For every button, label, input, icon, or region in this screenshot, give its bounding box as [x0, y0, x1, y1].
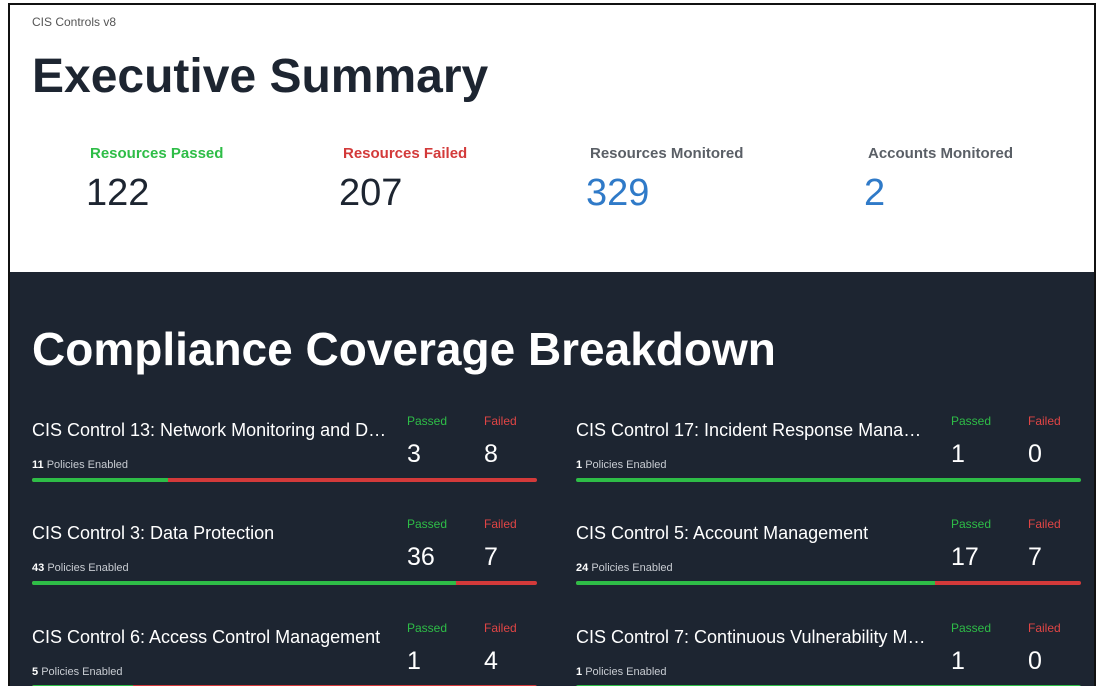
- policies-enabled: 43 Policies Enabled: [32, 562, 129, 574]
- control-name: CIS Control 3: Data Protection: [32, 523, 275, 543]
- passed-count: 17: [951, 543, 979, 571]
- control-name: CIS Control 7: Continuous Vulnerability …: [576, 627, 931, 647]
- page-title: Executive Summary: [32, 50, 489, 103]
- failed-count: 4: [484, 647, 498, 675]
- control-card[interactable]: CIS Control 3: Data Protection 43 Polici…: [32, 513, 537, 588]
- compliance-progress-fill: [576, 685, 1081, 686]
- policies-count: 1: [576, 666, 583, 678]
- control-card[interactable]: CIS Control 17: Incident Response Manage…: [576, 410, 1081, 485]
- compliance-progress-bar: [32, 685, 537, 686]
- executive-summary-section: CIS Controls v8 Executive Summary Resour…: [10, 5, 1094, 272]
- failed-count: 0: [1028, 647, 1042, 675]
- failed-label: Failed: [1028, 517, 1061, 531]
- control-card[interactable]: CIS Control 13: Network Monitoring and D…: [32, 410, 537, 485]
- policies-enabled: 1 Policies Enabled: [576, 666, 667, 678]
- metric-label: Accounts Monitored: [868, 145, 1013, 162]
- policies-suffix: Policies Enabled: [585, 666, 667, 678]
- failed-label: Failed: [484, 621, 517, 635]
- policies-suffix: Policies Enabled: [41, 666, 123, 678]
- metric-value[interactable]: 329: [586, 172, 743, 215]
- control-name: CIS Control 5: Account Management: [576, 523, 869, 543]
- control-card[interactable]: CIS Control 7: Continuous Vulnerability …: [576, 617, 1081, 686]
- policies-suffix: Policies Enabled: [46, 459, 129, 471]
- compliance-progress-fill: [32, 581, 457, 585]
- policies-enabled: 1 Policies Enabled: [576, 459, 667, 471]
- failed-count: 7: [484, 543, 498, 571]
- passed-label: Passed: [951, 621, 992, 635]
- metric-label: Resources Passed: [90, 145, 224, 162]
- compliance-progress-fill: [32, 685, 133, 686]
- failed-count: 0: [1028, 440, 1042, 468]
- metric-resources-failed: Resources Failed 207: [339, 145, 468, 215]
- policies-suffix: Policies Enabled: [585, 459, 667, 471]
- metric-label: Resources Failed: [343, 145, 468, 162]
- report-frame: CIS Controls v8 Executive Summary Resour…: [8, 3, 1096, 686]
- policies-enabled: 5 Policies Enabled: [32, 666, 123, 678]
- control-card[interactable]: CIS Control 6: Access Control Management…: [32, 617, 537, 686]
- metric-value: 207: [339, 172, 403, 214]
- failed-count: 8: [484, 440, 498, 468]
- metric-resources-monitored: Resources Monitored 329: [586, 145, 744, 215]
- compliance-breakdown-section: Compliance Coverage Breakdown CIS Contro…: [10, 272, 1094, 686]
- passed-count: 3: [407, 440, 421, 468]
- passed-label: Passed: [951, 517, 992, 531]
- metric-value[interactable]: 2: [864, 172, 1013, 215]
- compliance-progress-bar: [32, 581, 537, 585]
- passed-label: Passed: [407, 621, 448, 635]
- policies-count: 24: [576, 562, 589, 574]
- section-title: Compliance Coverage Breakdown: [32, 323, 776, 375]
- framework-name: CIS Controls v8: [32, 15, 117, 29]
- compliance-progress-bar: [576, 478, 1081, 482]
- compliance-progress-fill: [576, 478, 1081, 482]
- failed-label: Failed: [484, 414, 517, 428]
- policies-count: 43: [32, 562, 45, 574]
- compliance-progress-bar: [576, 581, 1081, 585]
- passed-count: 1: [407, 647, 421, 675]
- passed-label: Passed: [951, 414, 992, 428]
- policies-enabled: 11 Policies Enabled: [32, 459, 128, 471]
- compliance-progress-fill: [576, 581, 935, 585]
- policies-count: 11: [32, 459, 44, 471]
- policies-count: 5: [32, 666, 39, 678]
- control-card[interactable]: CIS Control 5: Account Management 24 Pol…: [576, 513, 1081, 588]
- control-name: CIS Control 13: Network Monitoring and D…: [32, 420, 387, 440]
- policies-count: 1: [576, 459, 583, 471]
- failed-label: Failed: [484, 517, 517, 531]
- policies-suffix: Policies Enabled: [47, 562, 129, 574]
- passed-count: 1: [951, 647, 965, 675]
- policies-suffix: Policies Enabled: [591, 562, 673, 574]
- compliance-progress-fill: [32, 478, 169, 482]
- compliance-progress-bar: [32, 478, 537, 482]
- metric-value: 122: [86, 172, 150, 214]
- metric-resources-passed: Resources Passed 122: [86, 145, 224, 215]
- metric-label: Resources Monitored: [590, 145, 744, 162]
- passed-count: 1: [951, 440, 965, 468]
- control-name: CIS Control 17: Incident Response Manage…: [576, 420, 931, 440]
- compliance-progress-bar: [576, 685, 1081, 686]
- passed-count: 36: [407, 543, 435, 571]
- passed-label: Passed: [407, 517, 448, 531]
- failed-label: Failed: [1028, 414, 1061, 428]
- failed-label: Failed: [1028, 621, 1061, 635]
- policies-enabled: 24 Policies Enabled: [576, 562, 673, 574]
- failed-count: 7: [1028, 543, 1042, 571]
- control-name: CIS Control 6: Access Control Management: [32, 627, 381, 647]
- passed-label: Passed: [407, 414, 448, 428]
- metric-accounts-monitored: Accounts Monitored 2: [864, 145, 1013, 215]
